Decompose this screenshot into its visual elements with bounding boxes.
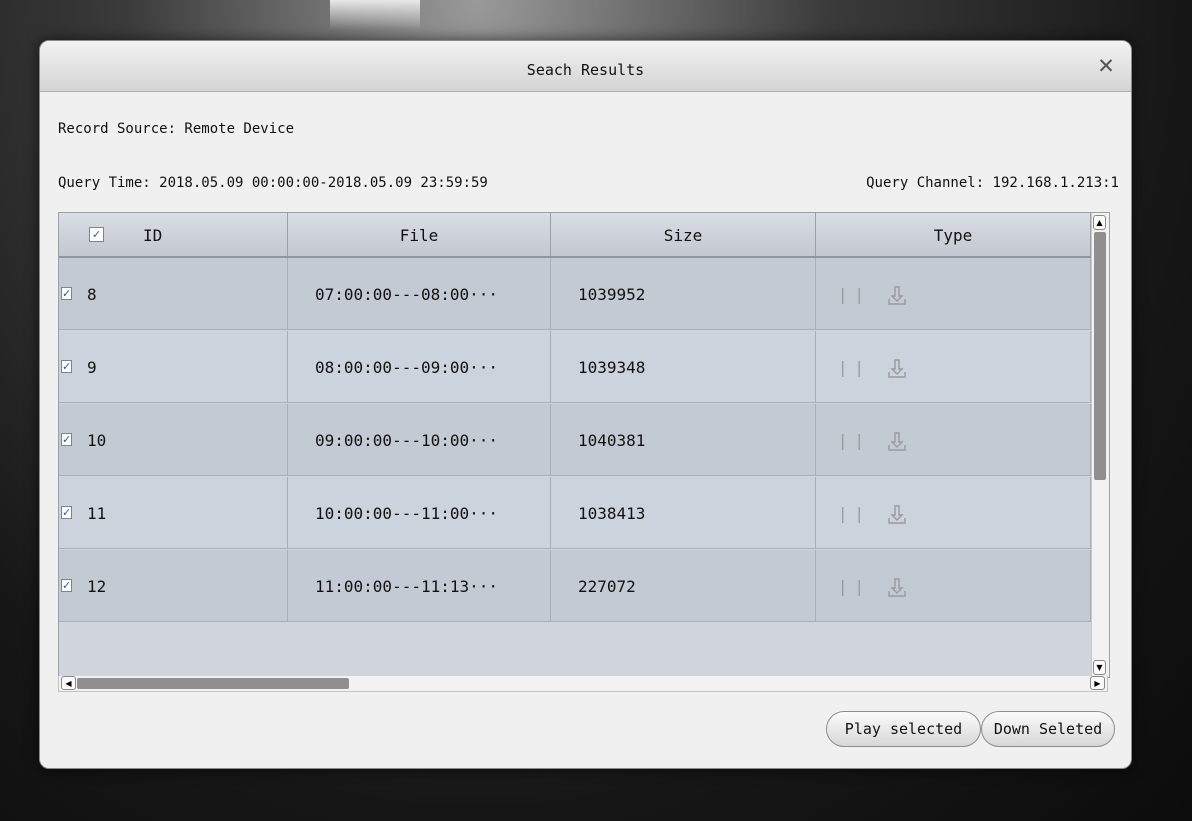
search-results-dialog: Seach Results ✕ Record Source: Remote De… — [39, 40, 1132, 769]
download-icon-graphic — [888, 431, 906, 451]
play-selected-button[interactable]: Play selected — [826, 711, 981, 747]
results-table: ✓ ID File Size Type ✓ 8 07:00:00---08:00··… — [58, 212, 1110, 678]
column-header-size[interactable]: Size — [551, 213, 816, 256]
pause-icon[interactable]: | | — [840, 404, 865, 476]
select-all-checkbox[interactable]: ✓ — [89, 227, 104, 242]
download-icon[interactable] — [886, 550, 908, 622]
down-selected-button[interactable]: Down Seleted — [981, 711, 1115, 747]
cell-type: | | — [816, 477, 1091, 549]
pause-icon[interactable]: | | — [840, 258, 865, 330]
scroll-right-arrow-icon[interactable]: ▶ — [1090, 676, 1105, 690]
row-checkbox[interactable]: ✓ — [61, 287, 72, 300]
title-bar[interactable]: Seach Results ✕ — [40, 41, 1131, 92]
cell-id: ✓ 11 — [59, 477, 288, 549]
table-row[interactable]: ✓ 12 11:00:00---11:13··· 227072 | | — [59, 550, 1091, 622]
horizontal-scroll-thumb[interactable] — [77, 678, 349, 689]
column-header-type[interactable]: Type — [816, 213, 1091, 256]
cell-file: 07:00:00---08:00··· — [288, 258, 551, 330]
cell-type: | | — [816, 550, 1091, 622]
record-source-label: Record Source: Remote Device — [58, 121, 295, 137]
download-icon-graphic — [888, 577, 906, 597]
cell-type: | | — [816, 331, 1091, 403]
cell-file: 10:00:00---11:00··· — [288, 477, 551, 549]
pause-icon[interactable]: | | — [840, 550, 865, 622]
row-checkbox[interactable]: ✓ — [61, 433, 72, 446]
cell-size: 1040381 — [551, 404, 816, 476]
pause-icon[interactable]: | | — [840, 477, 865, 549]
table-row[interactable]: ✓ 9 08:00:00---09:00··· 1039348 | | — [59, 331, 1091, 403]
cell-type: | | — [816, 258, 1091, 330]
table-row[interactable]: ✓ 10 09:00:00---10:00··· 1040381 | | — [59, 404, 1091, 476]
column-header-file[interactable]: File — [288, 213, 551, 256]
column-header-id-label: ID — [143, 226, 163, 245]
row-checkbox[interactable]: ✓ — [61, 506, 72, 519]
cell-file: 09:00:00---10:00··· — [288, 404, 551, 476]
cell-size: 1038413 — [551, 477, 816, 549]
query-channel-label: Query Channel: 192.168.1.213:1 — [866, 175, 1119, 191]
table-header: ✓ ID File Size Type — [59, 213, 1091, 258]
scroll-down-arrow-icon[interactable]: ▼ — [1093, 660, 1106, 675]
dialog-title: Seach Results — [526, 61, 645, 79]
cell-id: ✓ 8 — [59, 258, 288, 330]
download-icon[interactable] — [886, 258, 908, 330]
row-id: 9 — [87, 358, 97, 377]
cell-file: 11:00:00---11:13··· — [288, 550, 551, 622]
download-icon-graphic — [888, 504, 906, 524]
cell-size: 227072 — [551, 550, 816, 622]
table-row[interactable]: ✓ 11 10:00:00---11:00··· 1038413 | | — [59, 477, 1091, 549]
cell-file: 08:00:00---09:00··· — [288, 331, 551, 403]
cell-id: ✓ 10 — [59, 404, 288, 476]
cell-id: ✓ 12 — [59, 550, 288, 622]
query-time-label: Query Time: 2018.05.09 00:00:00-2018.05.… — [58, 175, 488, 191]
background-glow — [330, 0, 420, 30]
vertical-scroll-thumb[interactable] — [1094, 232, 1106, 480]
scroll-up-arrow-icon[interactable]: ▲ — [1093, 215, 1106, 230]
pause-icon[interactable]: | | — [840, 331, 865, 403]
table-row[interactable]: ✓ 8 07:00:00---08:00··· 1039952 | | — [59, 258, 1091, 330]
download-icon[interactable] — [886, 331, 908, 403]
close-icon[interactable]: ✕ — [1091, 51, 1121, 81]
scroll-left-arrow-icon[interactable]: ◀ — [61, 676, 76, 690]
cell-type: | | — [816, 404, 1091, 476]
row-id: 10 — [87, 431, 107, 450]
cell-size: 1039348 — [551, 331, 816, 403]
row-id: 12 — [87, 577, 107, 596]
download-icon[interactable] — [886, 404, 908, 476]
row-checkbox[interactable]: ✓ — [61, 579, 72, 592]
download-icon-graphic — [888, 285, 906, 305]
column-header-id[interactable]: ✓ ID — [59, 213, 288, 256]
download-icon[interactable] — [886, 477, 908, 549]
row-id: 8 — [87, 285, 97, 304]
row-id: 11 — [87, 504, 107, 523]
cell-size: 1039952 — [551, 258, 816, 330]
horizontal-scrollbar[interactable]: ◀ ▶ — [58, 676, 1108, 692]
download-icon-graphic — [888, 358, 906, 378]
vertical-scrollbar[interactable]: ▲ ▼ — [1091, 213, 1109, 677]
row-checkbox[interactable]: ✓ — [61, 360, 72, 373]
cell-id: ✓ 9 — [59, 331, 288, 403]
